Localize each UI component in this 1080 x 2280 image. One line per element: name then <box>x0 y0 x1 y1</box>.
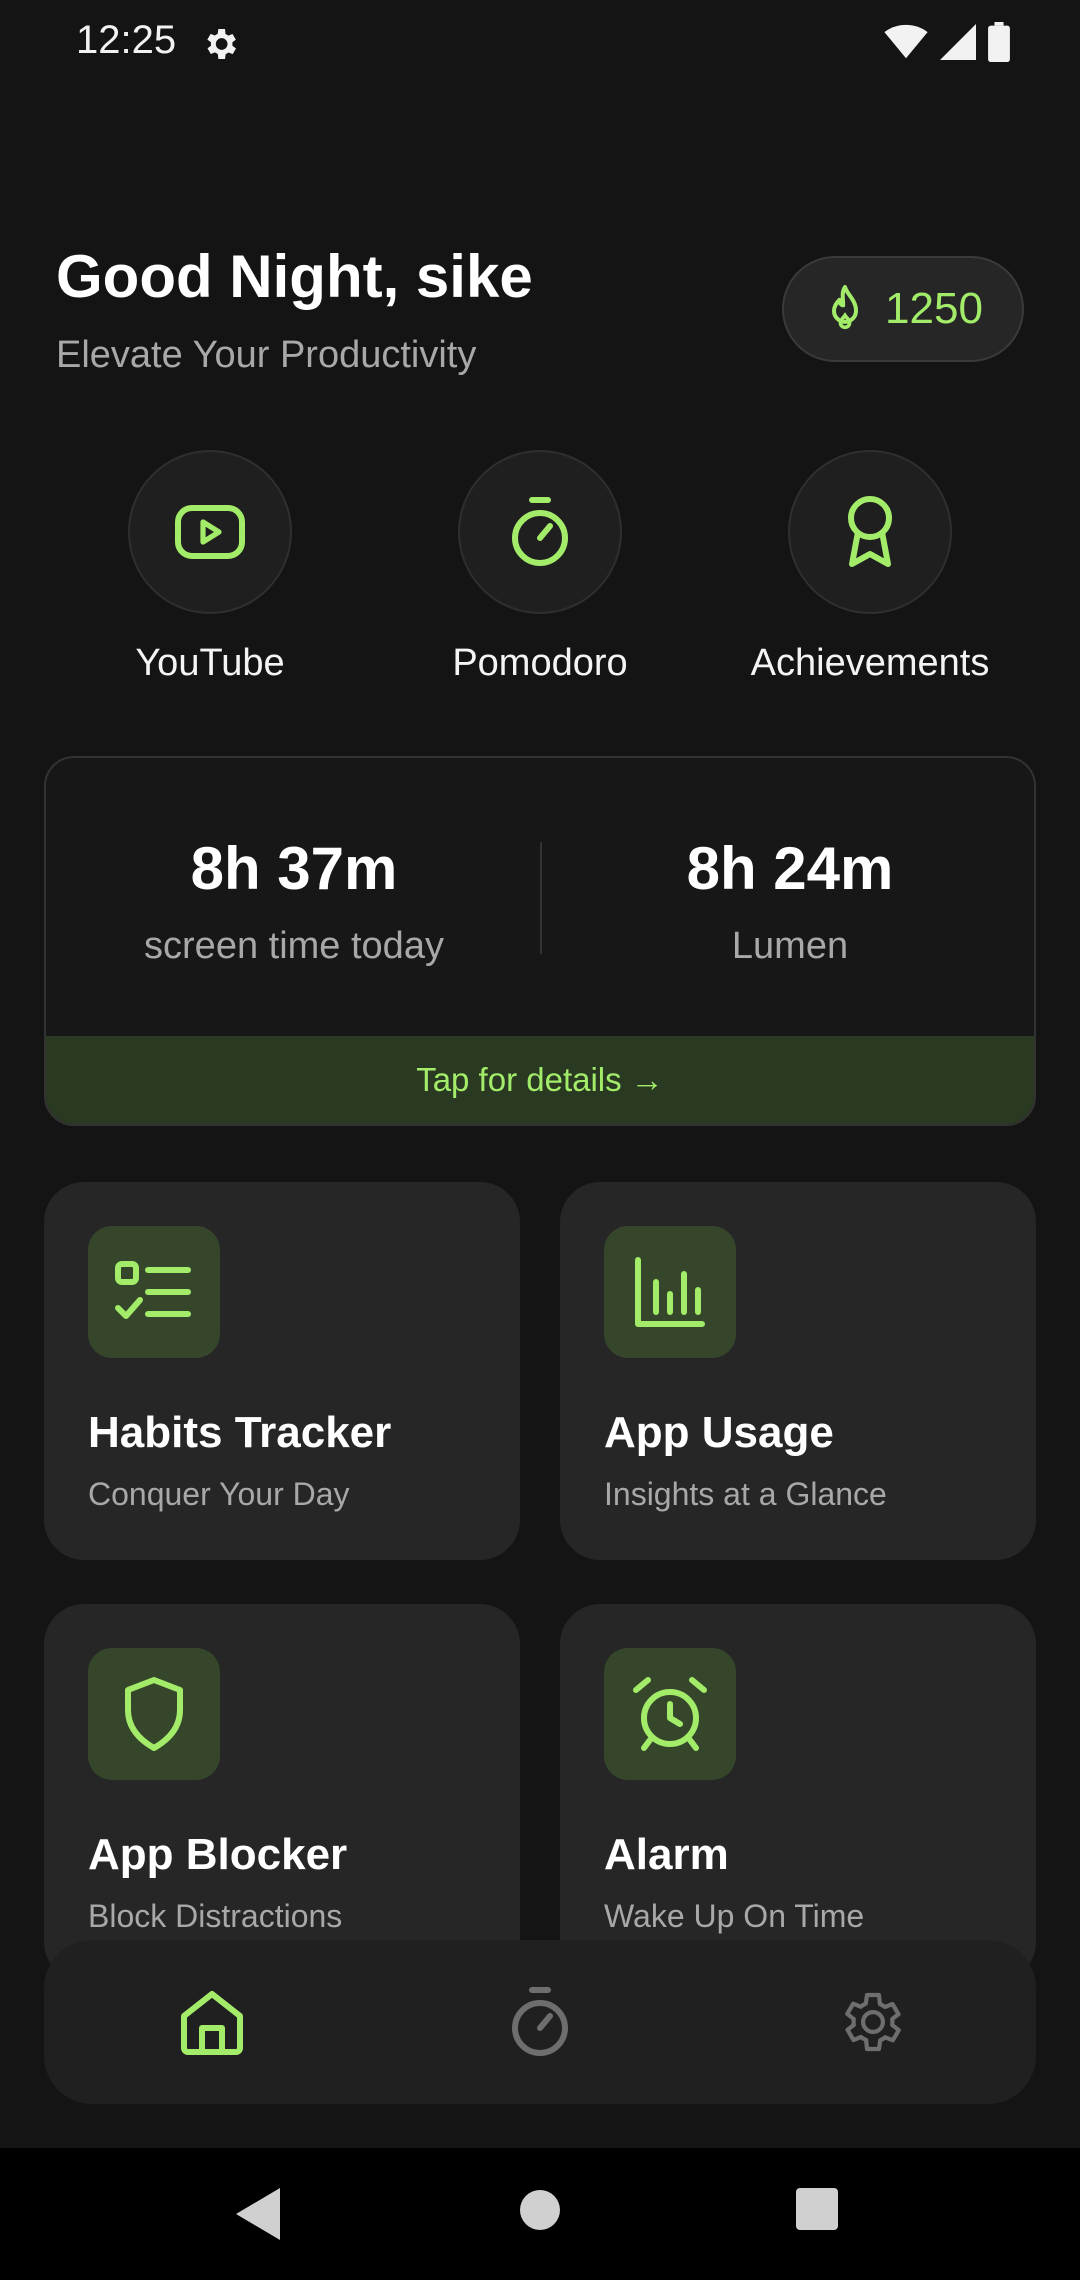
cellular-signal-icon <box>940 24 976 60</box>
app-blocker-icon-box <box>88 1648 220 1780</box>
gear-icon <box>845 1992 901 2052</box>
battery-icon <box>988 22 1010 62</box>
nav-timer[interactable] <box>494 1976 586 2068</box>
timer-icon <box>512 1987 568 2056</box>
flame-icon <box>832 284 859 330</box>
bottom-navigation <box>44 1940 1036 2104</box>
app-time-stat: 8h 24m Lumen <box>542 834 1034 968</box>
app-usage-icon-box <box>604 1226 736 1358</box>
greeting-subtitle: Elevate Your Productivity <box>56 334 477 376</box>
home-icon <box>181 1991 243 2055</box>
bar-chart-icon <box>635 1257 705 1327</box>
pomodoro-label: Pomodoro <box>452 642 628 684</box>
alarm-title: Alarm <box>604 1830 729 1879</box>
system-navigation-bar <box>0 2148 1080 2280</box>
habits-icon-box <box>88 1226 220 1358</box>
habits-tracker-card[interactable]: Habits Tracker Conquer Your Day <box>44 1182 520 1560</box>
screen-time-card[interactable]: 8h 37m screen time today 8h 24m Lumen Ta… <box>44 756 1036 1126</box>
screen-time-value: 8h 37m <box>190 835 398 902</box>
app-blocker-card[interactable]: App Blocker Block Distractions <box>44 1604 520 1982</box>
back-icon[interactable] <box>236 2188 280 2240</box>
details-link[interactable]: Tap for details → <box>46 1036 1034 1124</box>
app-usage-subtitle: Insights at a Glance <box>604 1476 887 1512</box>
timer-icon <box>512 497 568 566</box>
award-icon <box>848 496 892 567</box>
pomodoro-button[interactable] <box>458 450 622 614</box>
nav-settings[interactable] <box>824 1976 916 2068</box>
points-value: 1250 <box>885 284 983 333</box>
achievements-label: Achievements <box>750 642 990 684</box>
status-bar: 12:25 <box>0 0 1080 90</box>
app-blocker-subtitle: Block Distractions <box>88 1898 343 1934</box>
youtube-label: YouTube <box>135 642 285 684</box>
screen-time-stat: 8h 37m screen time today <box>46 834 542 968</box>
achievements-button[interactable] <box>788 450 952 614</box>
wifi-icon <box>884 24 928 59</box>
app-usage-title: App Usage <box>604 1408 834 1457</box>
quick-action-youtube[interactable]: YouTube <box>70 450 350 685</box>
quick-action-achievements[interactable]: Achievements <box>730 450 1010 685</box>
app-time-label: Lumen <box>731 925 849 967</box>
app-time-value: 8h 24m <box>686 835 894 902</box>
alarm-subtitle: Wake Up On Time <box>604 1898 865 1934</box>
status-time: 12:25 <box>76 18 177 62</box>
checklist-icon <box>115 1261 191 1319</box>
alarm-icon-box <box>604 1648 736 1780</box>
shield-icon <box>125 1677 183 1751</box>
youtube-button[interactable] <box>128 450 292 614</box>
alarm-clock-icon <box>633 1677 707 1751</box>
recents-icon[interactable] <box>796 2188 838 2230</box>
settings-status-icon <box>207 29 236 59</box>
habits-tracker-title: Habits Tracker <box>88 1408 392 1457</box>
app-usage-card[interactable]: App Usage Insights at a Glance <box>560 1182 1036 1560</box>
home-circle-icon[interactable] <box>518 2188 562 2232</box>
greeting-title: Good Night, sike <box>56 243 533 310</box>
nav-home[interactable] <box>166 1976 258 2068</box>
status-indicators <box>884 22 1010 62</box>
youtube-icon <box>175 505 245 559</box>
streak-points-badge[interactable]: 1250 <box>782 256 1024 362</box>
habits-tracker-subtitle: Conquer Your Day <box>88 1476 350 1512</box>
app-blocker-title: App Blocker <box>88 1830 348 1879</box>
quick-action-pomodoro[interactable]: Pomodoro <box>400 450 680 685</box>
screen-time-label: screen time today <box>144 925 444 967</box>
alarm-card[interactable]: Alarm Wake Up On Time <box>560 1604 1036 1982</box>
